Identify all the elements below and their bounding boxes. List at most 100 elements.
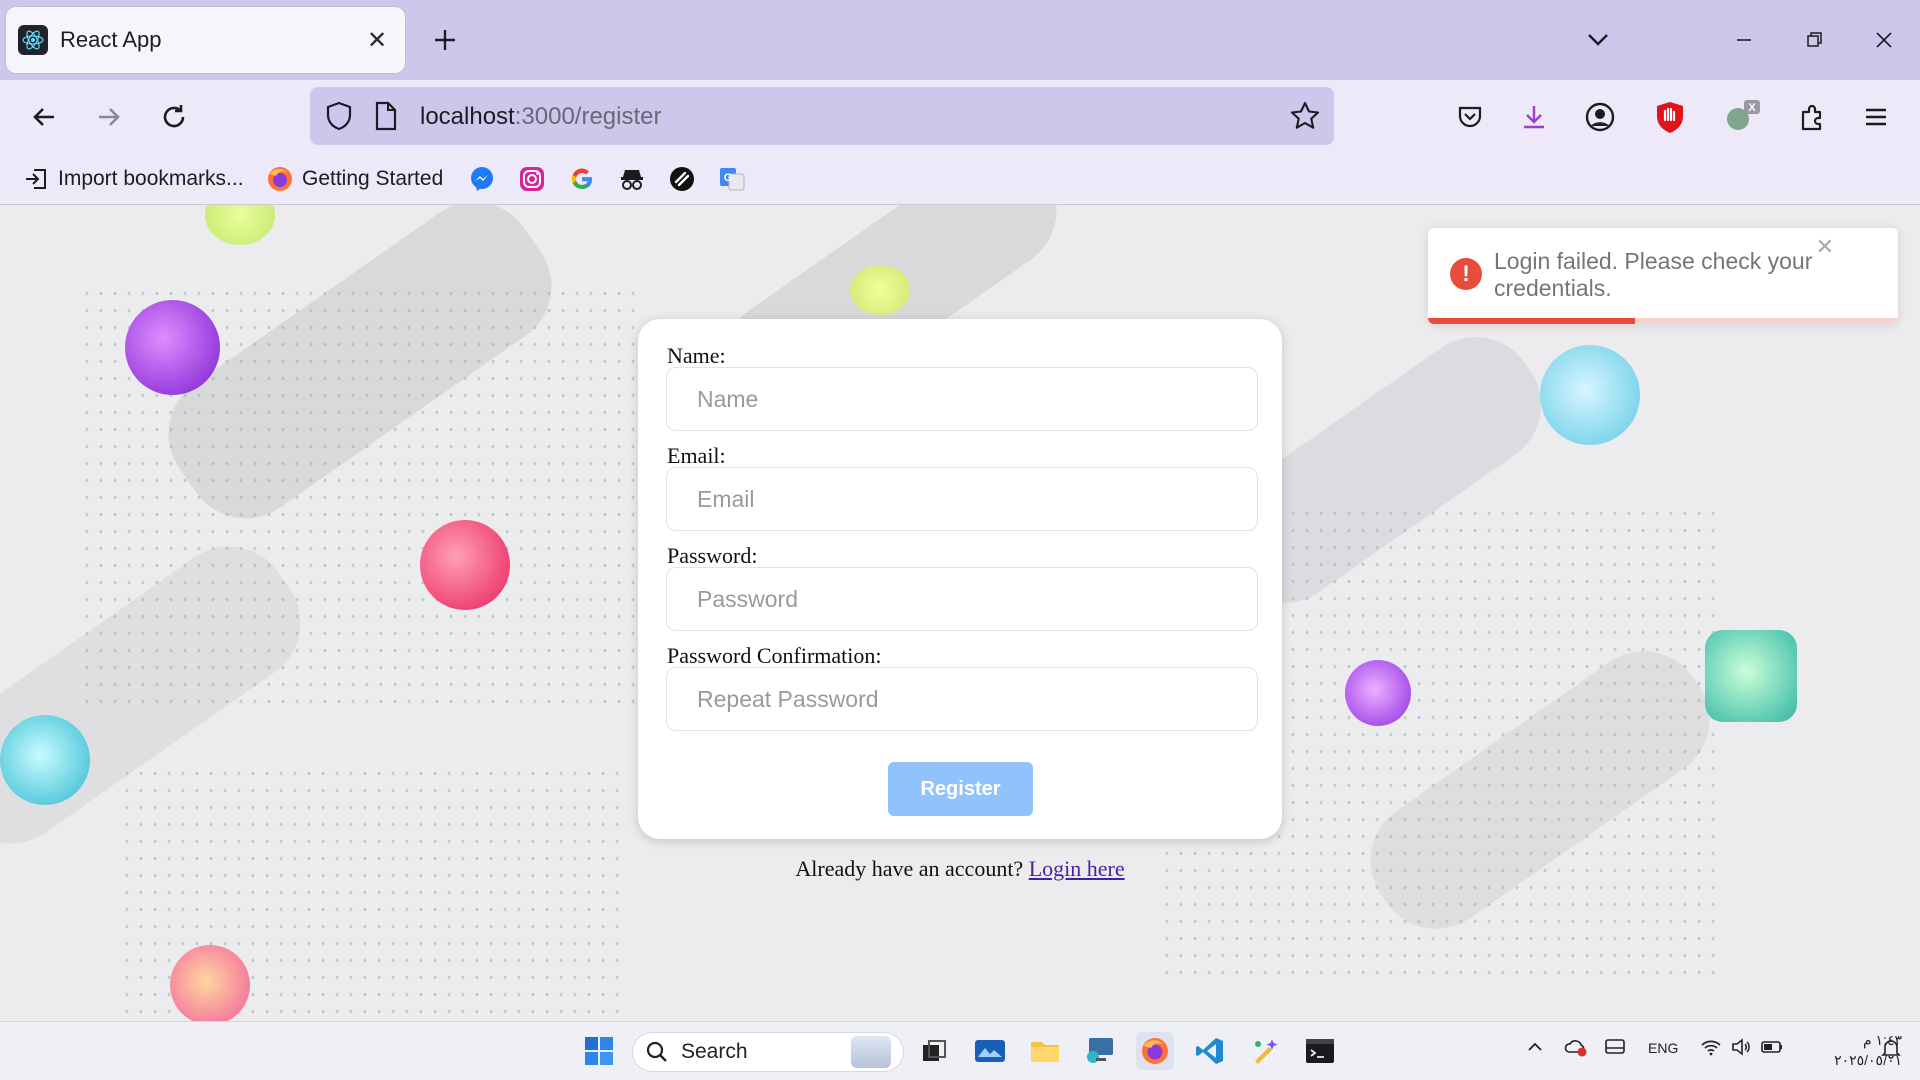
windows-start-icon[interactable]	[580, 1032, 618, 1070]
onedrive-error-icon[interactable]	[1564, 1037, 1588, 1060]
pocket-icon[interactable]	[1448, 95, 1492, 139]
account-icon[interactable]	[1578, 95, 1622, 139]
pink-blob-decoration	[420, 520, 510, 610]
register-button[interactable]: Register	[888, 762, 1033, 816]
page-icon	[370, 100, 400, 137]
messenger-icon	[468, 165, 496, 193]
url-path: :3000/register	[514, 103, 662, 130]
keyboard-layout-icon[interactable]	[1604, 1037, 1626, 1060]
task-view-icon[interactable]	[915, 1032, 953, 1070]
page-content: ! Login failed. Please check your creden…	[0, 205, 1920, 1021]
register-card: Name: Email: Password: Password Confirma…	[638, 319, 1282, 839]
login-prompt: Already have an account? Login here	[0, 856, 1920, 882]
reload-icon[interactable]	[152, 95, 196, 139]
wifi-icon[interactable]	[1700, 1037, 1722, 1060]
error-toast[interactable]: ! Login failed. Please check your creden…	[1428, 228, 1898, 324]
tab-close-icon[interactable]: ✕	[357, 26, 397, 55]
password-label: Password:	[667, 543, 758, 568]
bookmark-getting-started-label: Getting Started	[302, 167, 444, 190]
firefox-icon	[266, 165, 294, 193]
tab-title: React App	[60, 27, 162, 52]
cyan-blob-decoration	[0, 715, 90, 805]
toast-progress-bar	[1428, 318, 1635, 324]
show-hidden-icons-chevron-icon[interactable]	[1526, 1038, 1544, 1059]
svg-text:X: X	[1748, 102, 1756, 114]
paint-sparkle-icon[interactable]	[1246, 1032, 1284, 1070]
email-label: Email:	[667, 443, 726, 468]
search-label: Search	[681, 1040, 748, 1063]
search-icon	[645, 1040, 669, 1064]
email-input[interactable]	[666, 467, 1258, 531]
vscode-icon[interactable]	[1191, 1032, 1229, 1070]
url-host: localhost	[420, 103, 515, 130]
hamburger-menu-icon[interactable]	[1854, 95, 1898, 139]
file-explorer-icon[interactable]	[1026, 1032, 1064, 1070]
restore-icon[interactable]	[1794, 22, 1834, 58]
bookmark-google[interactable]	[568, 162, 604, 196]
google-translate-icon: G	[718, 165, 746, 193]
browser-tab[interactable]: React App ✕	[6, 7, 405, 73]
toast-close-icon[interactable]: ✕	[1816, 234, 1834, 260]
toast-message: Login failed. Please check your credenti…	[1494, 248, 1813, 301]
bookmark-star-icon[interactable]	[1288, 99, 1322, 138]
remote-desktop-icon[interactable]	[1081, 1032, 1119, 1070]
firefox-taskbar-icon[interactable]	[1136, 1032, 1174, 1070]
login-link[interactable]: Login here	[1029, 856, 1125, 881]
blue-ring-decoration	[1540, 345, 1640, 445]
notification-bell-icon[interactable]	[1880, 1037, 1902, 1062]
react-logo-icon	[18, 25, 48, 55]
shield-icon[interactable]	[322, 99, 356, 138]
lime-blob-decoration	[205, 205, 275, 245]
orange-blob-decoration	[170, 945, 250, 1021]
bookmark-import[interactable]: Import bookmarks...	[22, 162, 244, 196]
extension-x-icon[interactable]: X	[1720, 95, 1764, 139]
chain-link-icon	[668, 165, 696, 193]
extensions-puzzle-icon[interactable]	[1790, 95, 1834, 139]
bookmark-github-like[interactable]	[618, 162, 654, 196]
violet-blob-decoration	[1345, 660, 1411, 726]
bookmark-link[interactable]	[668, 162, 704, 196]
bookmark-translate[interactable]: G	[718, 162, 754, 196]
instagram-icon	[518, 165, 546, 193]
google-icon	[568, 165, 596, 193]
navigation-toolbar: localhost:3000/register X	[0, 80, 1920, 154]
ublock-shield-icon[interactable]	[1648, 95, 1692, 139]
volume-icon[interactable]	[1730, 1037, 1752, 1060]
bookmark-import-label: Import bookmarks...	[58, 167, 244, 190]
minimize-icon[interactable]	[1724, 22, 1764, 58]
taskbar: Search ENG ١:٤٣ م ٢٠٢٥/٠٥/٠١	[0, 1021, 1920, 1080]
password-input[interactable]	[666, 567, 1258, 631]
bookmark-instagram[interactable]	[518, 162, 554, 196]
purple-blob-decoration	[125, 300, 220, 395]
language-indicator[interactable]: ENG	[1648, 1040, 1678, 1056]
import-icon	[22, 165, 50, 193]
name-label: Name:	[667, 343, 726, 368]
bookmarks-bar: Import bookmarks... Getting Started G	[0, 154, 1920, 205]
password-confirmation-input[interactable]	[666, 667, 1258, 731]
forward-arrow-icon[interactable]	[87, 95, 131, 139]
back-arrow-icon[interactable]	[22, 95, 66, 139]
name-input[interactable]	[666, 367, 1258, 431]
bookmark-messenger[interactable]	[468, 162, 504, 196]
download-icon[interactable]	[1512, 95, 1556, 139]
new-tab-plus-icon[interactable]	[425, 20, 465, 60]
tab-strip: React App ✕	[0, 0, 1920, 80]
battery-icon[interactable]	[1760, 1038, 1784, 1059]
error-icon: !	[1450, 258, 1482, 290]
chevron-down-icon[interactable]	[1580, 22, 1616, 58]
url-text: localhost:3000/register	[420, 103, 662, 131]
svg-text:G: G	[724, 172, 733, 184]
toast-progress-track	[1428, 318, 1898, 324]
close-window-icon[interactable]	[1864, 22, 1904, 58]
lime-blob-decoration	[850, 265, 910, 315]
green-cube-decoration	[1705, 630, 1797, 722]
login-prompt-text: Already have an account?	[795, 856, 1024, 881]
password-confirmation-label: Password Confirmation:	[667, 643, 882, 668]
weather-widget-icon[interactable]	[971, 1032, 1009, 1070]
terminal-icon[interactable]	[1301, 1032, 1339, 1070]
taskbar-search[interactable]: Search	[632, 1032, 904, 1072]
search-highlight-icon	[851, 1036, 891, 1068]
incognito-icon	[618, 165, 646, 193]
bookmark-getting-started[interactable]: Getting Started	[266, 162, 443, 196]
address-bar[interactable]: localhost:3000/register	[310, 87, 1334, 145]
